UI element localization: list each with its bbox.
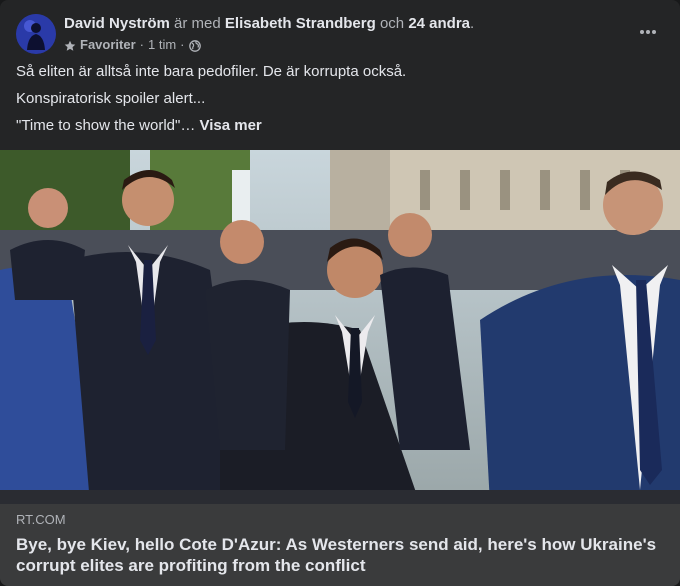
post-paragraph: Så eliten är alltså inte bara pedofiler.… [16,63,407,80]
author-line: David Nyström är med Elisabeth Strandber… [64,14,474,34]
post-paragraph-last: "Time to show the world"… Visa mer [16,116,664,136]
post-message: Så eliten är alltså inte bara pedofiler.… [16,62,664,143]
post-card: David Nyström är med Elisabeth Strandber… [0,0,680,586]
post-meta: Favoriter · 1 tim · [64,36,201,54]
see-more-link[interactable]: Visa mer [200,117,262,134]
period: . [470,15,475,32]
post-paragraph-text: "Time to show the world"… [16,117,196,134]
more-options-button[interactable] [632,16,664,48]
tagged-person[interactable]: Elisabeth Strandberg [225,15,376,32]
tagged-others[interactable]: 24 andra [408,15,470,32]
meta-separator: · [139,37,144,52]
link-title[interactable]: Bye, bye Kiev, hello Cote D'Azur: As Wes… [16,534,664,576]
link-domain: RT.COM [16,512,66,527]
meta-separator-2: · [180,37,185,52]
link-preview-image[interactable] [0,150,680,504]
post-timestamp[interactable]: 1 tim [148,36,176,54]
link-preview-box[interactable]: RT.COM Bye, bye Kiev, hello Cote D'Azur:… [0,504,680,586]
globe-icon[interactable] [188,39,201,52]
and-text: och [379,15,405,32]
author-avatar[interactable] [16,14,56,54]
audience-label[interactable]: Favoriter [80,36,136,54]
star-icon [64,39,76,51]
more-horizontal-icon [640,30,656,34]
post-header: David Nyström är med Elisabeth Strandber… [16,12,664,56]
with-text: är med [174,15,221,32]
post-paragraph: Konspiratorisk spoiler alert... [16,90,206,107]
author-name[interactable]: David Nyström [64,15,170,32]
